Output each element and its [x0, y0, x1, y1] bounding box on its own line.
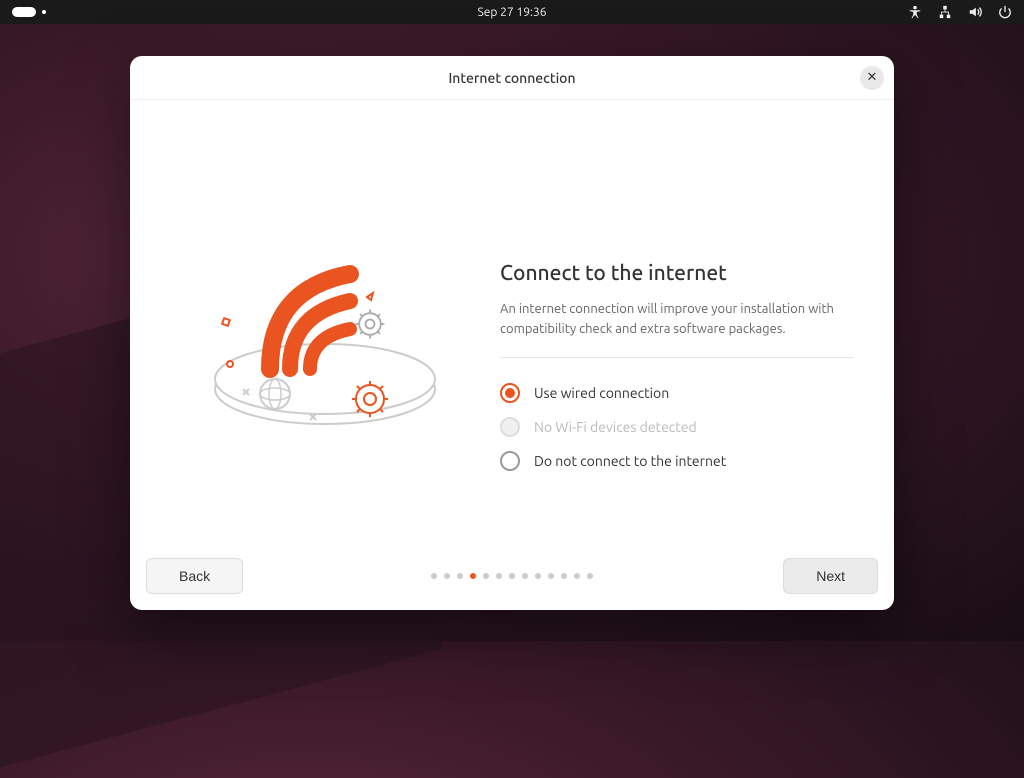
close-icon: ✕	[867, 70, 878, 85]
progress-dot	[561, 573, 567, 579]
back-button[interactable]: Back	[146, 558, 243, 594]
option-no-internet[interactable]: Do not connect to the internet	[500, 444, 854, 478]
progress-dot	[548, 573, 554, 579]
page-subtitle: An internet connection will improve your…	[500, 300, 854, 339]
window-title: Internet connection	[448, 70, 575, 86]
progress-dot	[574, 573, 580, 579]
option-label: Use wired connection	[534, 385, 669, 401]
option-label: No Wi-Fi devices detected	[534, 419, 697, 435]
progress-dot	[444, 573, 450, 579]
page-heading: Connect to the internet	[500, 260, 854, 284]
volume-icon	[968, 5, 982, 19]
progress-dot	[496, 573, 502, 579]
network-wired-icon	[938, 5, 952, 19]
progress-indicator	[431, 573, 593, 579]
progress-dot	[535, 573, 541, 579]
power-icon	[998, 5, 1012, 19]
option-wifi: No Wi-Fi devices detected	[500, 410, 854, 444]
progress-dot	[587, 573, 593, 579]
system-menu[interactable]	[908, 5, 1012, 19]
progress-dot	[509, 573, 515, 579]
next-button[interactable]: Next	[783, 558, 878, 594]
divider	[500, 357, 854, 358]
progress-dot	[522, 573, 528, 579]
progress-dot	[483, 573, 489, 579]
activities-pill	[12, 7, 36, 17]
gnome-topbar: Sep 27 19:36	[0, 0, 1024, 24]
connectivity-illustration	[195, 219, 455, 453]
illustration-area	[170, 130, 480, 542]
progress-dot	[457, 573, 463, 579]
progress-dot-active	[470, 573, 476, 579]
window-footer: Back Next	[130, 542, 894, 610]
activities-area[interactable]	[12, 7, 46, 17]
content-area: Connect to the internet An internet conn…	[480, 130, 854, 542]
radio-icon	[500, 417, 520, 437]
clock[interactable]: Sep 27 19:36	[478, 6, 547, 19]
close-button[interactable]: ✕	[860, 66, 884, 90]
option-label: Do not connect to the internet	[534, 453, 726, 469]
installer-window: Internet connection ✕	[130, 56, 894, 610]
radio-icon	[500, 383, 520, 403]
option-wired[interactable]: Use wired connection	[500, 376, 854, 410]
workspace-dot	[42, 10, 46, 14]
radio-icon	[500, 451, 520, 471]
accessibility-icon	[908, 5, 922, 19]
window-body: Connect to the internet An internet conn…	[130, 100, 894, 542]
progress-dot	[431, 573, 437, 579]
window-header: Internet connection ✕	[130, 56, 894, 100]
